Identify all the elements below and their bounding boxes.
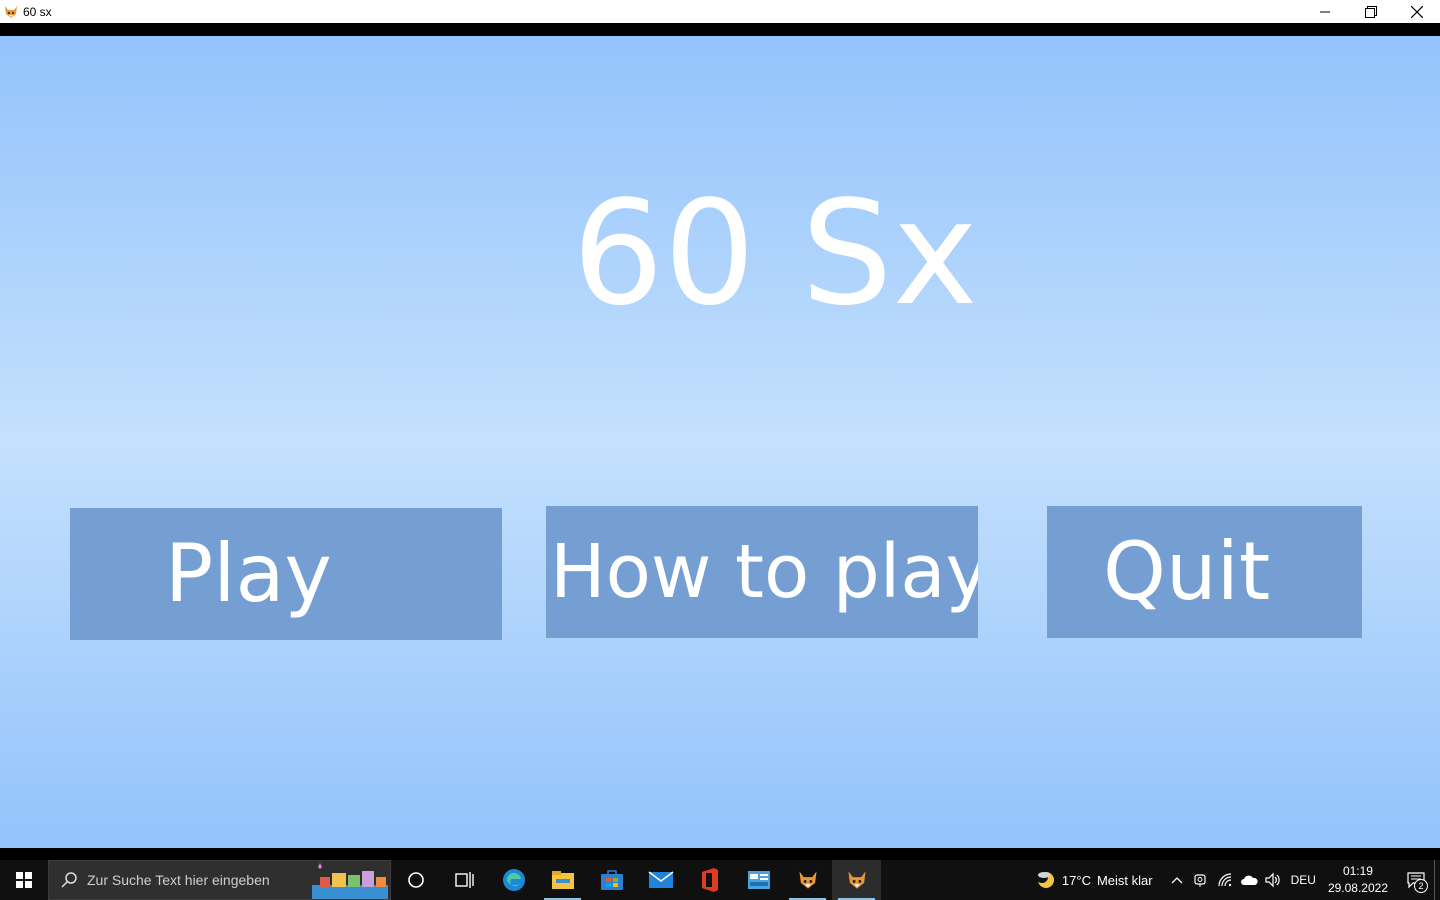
speaker-icon xyxy=(1264,872,1280,888)
taskbar-edge[interactable] xyxy=(489,860,538,900)
notification-center-button[interactable]: 2 xyxy=(1398,860,1434,900)
weather-widget[interactable]: 17°C Meist klar xyxy=(1034,869,1153,891)
how-to-play-button[interactable]: How to play xyxy=(546,506,978,638)
taskbar: Zur Suche Text hier eingeben 17°C Meist … xyxy=(0,860,1440,900)
fox-app-icon xyxy=(798,871,817,889)
clock-time: 01:19 xyxy=(1342,864,1373,878)
game-canvas: 60 Sx Play How to play Quit xyxy=(0,36,1440,848)
minimize-icon xyxy=(1320,11,1330,12)
taskbar-clock[interactable]: 01:19 29.08.2022 xyxy=(1328,863,1388,897)
task-view-button[interactable] xyxy=(440,860,489,900)
play-button[interactable]: Play xyxy=(70,508,502,640)
webcam-icon xyxy=(1193,874,1206,887)
file-explorer-icon xyxy=(551,871,574,889)
taskbar-control-panel[interactable] xyxy=(734,860,783,900)
tray-onedrive-button[interactable] xyxy=(1237,860,1261,900)
windows-logo-icon xyxy=(16,872,32,888)
search-highlight-illustration-icon xyxy=(312,863,388,899)
taskbar-fox-app-2[interactable] xyxy=(832,860,881,900)
cloud-icon xyxy=(1240,875,1258,885)
taskbar-office[interactable] xyxy=(685,860,734,900)
taskbar-mail[interactable] xyxy=(636,860,685,900)
tray-volume-button[interactable] xyxy=(1261,860,1285,900)
moon-cloud-icon xyxy=(1035,871,1054,888)
taskbar-fox-app-1[interactable] xyxy=(783,860,832,900)
cortana-icon xyxy=(407,872,424,888)
close-button[interactable] xyxy=(1394,0,1440,23)
control-panel-icon xyxy=(747,871,770,889)
tray-network-button[interactable] xyxy=(1213,860,1237,900)
chevron-up-icon xyxy=(1171,877,1183,884)
cortana-button[interactable] xyxy=(391,860,440,900)
restore-button[interactable] xyxy=(1348,0,1394,23)
edge-icon xyxy=(502,869,525,891)
search-icon xyxy=(61,872,77,888)
quit-button[interactable]: Quit xyxy=(1047,506,1362,638)
notification-badge: 2 xyxy=(1414,879,1428,893)
search-placeholder: Zur Suche Text hier eingeben xyxy=(87,872,270,888)
show-desktop-button[interactable] xyxy=(1434,860,1440,900)
system-tray: 17°C Meist klar DEU 01:19 29.08.2022 2 xyxy=(1034,860,1440,900)
window-titlebar: 60 sx xyxy=(0,0,1440,23)
restore-icon xyxy=(1365,5,1377,18)
minimize-button[interactable] xyxy=(1302,0,1348,23)
tray-meet-button[interactable] xyxy=(1189,860,1213,900)
window-title: 60 sx xyxy=(23,4,52,19)
weather-condition: Meist klar xyxy=(1096,872,1153,888)
start-button[interactable] xyxy=(0,860,48,900)
taskbar-search[interactable]: Zur Suche Text hier eingeben xyxy=(48,860,391,900)
window-controls xyxy=(1302,0,1440,23)
fox-app-icon xyxy=(847,871,866,889)
weather-temp: 17°C xyxy=(1061,872,1091,888)
game-title: 60 Sx xyxy=(572,169,978,337)
input-language[interactable]: DEU xyxy=(1291,873,1316,887)
taskbar-store[interactable] xyxy=(587,860,636,900)
wifi-icon xyxy=(1217,873,1231,887)
store-icon xyxy=(600,870,623,890)
mail-icon xyxy=(648,871,673,888)
taskbar-file-explorer[interactable] xyxy=(538,860,587,900)
task-view-icon xyxy=(454,872,474,888)
clock-date: 29.08.2022 xyxy=(1327,881,1388,895)
tray-overflow-button[interactable] xyxy=(1165,860,1189,900)
office-icon xyxy=(701,868,718,892)
close-icon xyxy=(1411,5,1423,18)
fox-app-icon xyxy=(4,5,18,19)
window-border xyxy=(0,23,1440,36)
